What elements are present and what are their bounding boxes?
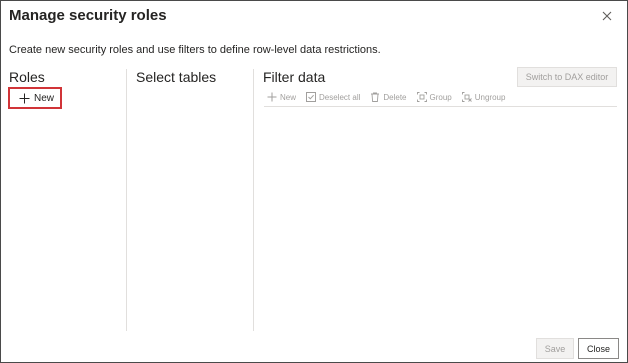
close-button[interactable]: Close — [578, 338, 619, 359]
dialog-subtitle: Create new security roles and use filter… — [9, 44, 381, 56]
group-button[interactable]: Group — [416, 92, 452, 102]
tables-divider — [253, 69, 254, 331]
select-tables-heading: Select tables — [136, 69, 217, 85]
save-button[interactable]: Save — [536, 338, 574, 359]
filter-new-label: New — [280, 92, 297, 102]
close-icon[interactable] — [599, 8, 615, 24]
trash-icon — [371, 92, 380, 102]
ungroup-icon — [461, 92, 472, 102]
group-icon — [416, 92, 427, 102]
plus-icon — [267, 92, 277, 102]
ungroup-label: Ungroup — [474, 92, 506, 102]
manage-security-roles-dialog: Manage security roles Create new securit… — [0, 0, 628, 363]
new-role-button[interactable]: New — [8, 87, 62, 109]
delete-button[interactable]: Delete — [370, 92, 407, 102]
group-label: Group — [429, 92, 452, 102]
roles-heading: Roles — [9, 69, 45, 85]
deselect-all-label: Deselect all — [319, 92, 361, 102]
new-role-label: New — [34, 92, 55, 104]
switch-to-dax-editor-button[interactable]: Switch to DAX editor — [517, 67, 617, 87]
ungroup-button[interactable]: Ungroup — [461, 92, 506, 102]
filter-new-button[interactable]: New — [267, 92, 296, 102]
delete-label: Delete — [383, 92, 407, 102]
toolbar-divider — [264, 106, 617, 107]
roles-divider — [126, 69, 127, 331]
dialog-title: Manage security roles — [9, 7, 167, 24]
deselect-all-button[interactable]: Deselect all — [306, 92, 360, 102]
filter-toolbar: New Deselect all Delete Group Ungroup — [267, 90, 515, 104]
filter-data-heading: Filter data — [263, 69, 326, 85]
plus-icon — [19, 93, 30, 104]
checkbox-icon — [306, 92, 317, 102]
